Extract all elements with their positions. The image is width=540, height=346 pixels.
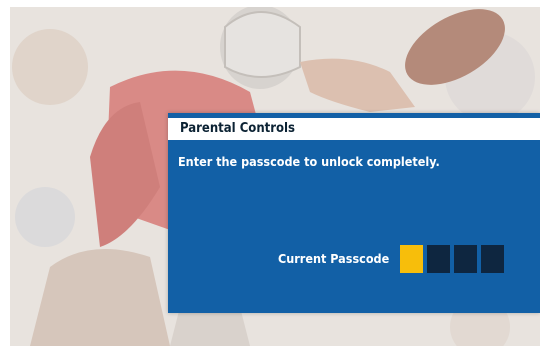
passcode-digit-1[interactable] [400,245,423,273]
passcode-digit-2[interactable] [427,245,450,273]
current-passcode-label: Current Passcode [278,251,390,266]
passcode-digit-4[interactable] [481,245,504,273]
dialog-title: Parental Controls [168,118,540,140]
parental-controls-dialog: Parental Controls Enter the passcode to … [168,113,540,313]
passcode-digit-3[interactable] [454,245,477,273]
passcode-input[interactable] [400,245,504,273]
tv-screen: Parental Controls Enter the passcode to … [10,7,540,346]
passcode-prompt: Enter the passcode to unlock completely. [178,154,440,169]
